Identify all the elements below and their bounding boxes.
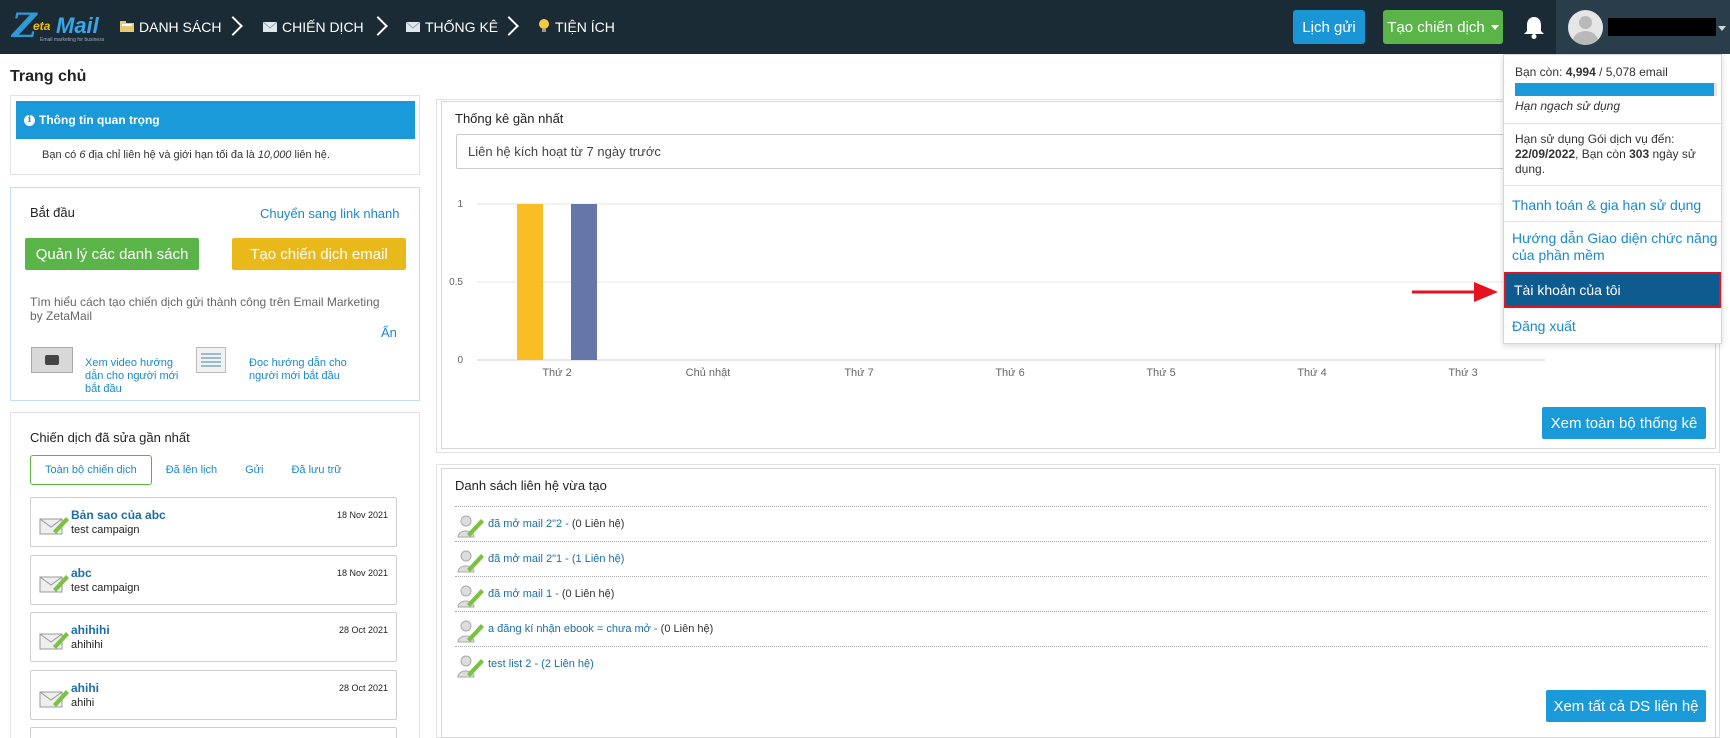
divider — [1504, 185, 1723, 186]
bell-icon[interactable] — [1521, 14, 1547, 40]
chevron-right-icon — [226, 13, 240, 41]
getting-started-title: Bắt đầu — [30, 205, 75, 220]
menu-item-billing[interactable]: Thanh toán & gia hạn sử dụng — [1504, 197, 1721, 213]
tab-scheduled[interactable]: Đã lên lịch — [152, 455, 231, 485]
learn-text: Tìm hiểu cách tạo chiến dịch gửi thành c… — [30, 295, 380, 323]
campaign-tabs: Toàn bộ chiến dịch Đã lên lịch Gửi Đã lư… — [30, 455, 356, 485]
info-icon: i — [24, 114, 35, 126]
stats-period-select[interactable]: Liên hệ kích hoạt từ 7 ngày trước — [456, 134, 1516, 169]
nav-thong-ke[interactable]: THỐNG KÊ — [405, 0, 498, 54]
contact-edit-icon — [457, 655, 484, 678]
quota-label: Hạn ngạch sử dụng — [1515, 99, 1621, 113]
quota-progress-fill — [1515, 83, 1714, 96]
quota-progress-bar — [1515, 83, 1717, 96]
list-item[interactable]: test list 2 - (2 Liên hệ) — [455, 646, 1707, 681]
caret-down-icon — [1490, 24, 1499, 30]
envelope-icon — [262, 20, 278, 35]
mail-edit-icon — [39, 575, 69, 593]
red-arrow-annotation — [1412, 282, 1498, 302]
y-tick-label: 1 — [457, 199, 463, 210]
account-dropdown: Bạn còn: 4,994 / 5,078 email Hạn ngạch s… — [1503, 54, 1723, 344]
page-title: Trang chủ — [10, 68, 87, 85]
list-item[interactable]: a đăng kí nhận ebook = chưa mở - (0 Liên… — [455, 611, 1707, 646]
recent-stats-title: Thống kê gần nhất — [455, 111, 564, 126]
chevron-right-icon — [371, 13, 385, 41]
mail-edit-icon — [39, 517, 69, 535]
important-info-text: Bạn có 6 địa chỉ liên hệ và giới hạn tối… — [42, 149, 330, 161]
contact-edit-icon — [457, 585, 484, 608]
quick-link-toggle[interactable]: Chuyển sang link nhanh — [260, 206, 400, 221]
top-navbar: Z eta Mail Email marketing for business … — [0, 0, 1730, 54]
mail-edit-icon — [39, 690, 69, 708]
video-guide-link[interactable]: Xem video hướng dẫn cho người mới bắt đầ… — [85, 357, 185, 396]
campaign-card[interactable]: ahihi ahihi 28 Oct 2021 — [30, 670, 397, 720]
user-menu-toggle[interactable] — [1556, 0, 1730, 54]
chart-bar — [571, 204, 597, 360]
list-item[interactable]: đã mở mail 1 - (0 Liên hệ) — [455, 576, 1707, 611]
x-tick-label: Thứ 6 — [995, 367, 1024, 379]
campaign-card[interactable]: abc test campaign 18 Nov 2021 — [30, 555, 397, 605]
nav-danh-sach[interactable]: DANH SÁCH — [120, 0, 221, 54]
campaign-card[interactable]: Bản sao của abc test campaign 18 Nov 202… — [30, 497, 397, 547]
mail-edit-icon — [39, 632, 69, 650]
y-tick-label: 0 — [457, 355, 463, 366]
contact-edit-icon — [457, 620, 484, 643]
x-tick-label: Thứ 5 — [1146, 367, 1175, 379]
menu-item-logout[interactable]: Đăng xuất — [1504, 318, 1721, 334]
menu-item-my-account[interactable]: Tài khoản của tôi — [1504, 272, 1721, 308]
campaign-card[interactable] — [30, 727, 397, 738]
create-campaign-button[interactable]: Tạo chiến dịch — [1383, 10, 1503, 44]
nav-tien-ich[interactable]: TIỆN ÍCH — [538, 0, 615, 54]
quota-text: Bạn còn: 4,994 / 5,078 email — [1515, 65, 1668, 79]
tab-sent[interactable]: Gửi — [231, 455, 277, 485]
important-info-header: i Thông tin quan trọng — [16, 101, 415, 139]
caret-down-icon — [1718, 26, 1726, 31]
doc-guide-link[interactable]: Đọc hướng dẫn cho người mới bắt đầu — [249, 357, 349, 383]
x-tick-label: Thứ 2 — [542, 367, 571, 379]
schedule-button[interactable]: Lịch gửi — [1293, 10, 1365, 44]
x-tick-label: Thứ 4 — [1297, 367, 1326, 379]
list-item[interactable]: đã mở mail 2"1 - (1 Liên hệ) — [455, 541, 1707, 576]
menu-item-ui-guide[interactable]: Hướng dẫn Giao diện chức năng của phần m… — [1504, 230, 1721, 264]
x-tick-label: Chủ nhật — [686, 367, 731, 379]
avatar — [1568, 10, 1603, 45]
recent-lists-title: Danh sách liên hệ vừa tạo — [455, 478, 607, 493]
envelope-icon — [405, 20, 421, 35]
folder-icon — [120, 20, 134, 35]
divider — [1504, 221, 1723, 222]
chevron-right-icon — [502, 13, 516, 41]
hide-link[interactable]: Ẩn — [381, 325, 397, 340]
create-email-campaign-button[interactable]: Tạo chiến dịch email — [232, 238, 406, 270]
video-thumbnail-icon[interactable] — [31, 347, 73, 373]
zetamail-logo[interactable]: Z eta Mail Email marketing for business — [12, 7, 104, 47]
x-tick-label: Thứ 3 — [1448, 367, 1477, 379]
lightbulb-icon — [538, 18, 550, 36]
view-all-lists-button[interactable]: Xem tất cả DS liên hệ — [1546, 690, 1706, 722]
manage-lists-button[interactable]: Quản lý các danh sách — [25, 238, 199, 270]
campaign-card[interactable]: ahihihi ahihihi 28 Oct 2021 — [30, 612, 397, 662]
view-all-stats-button[interactable]: Xem toàn bộ thống kê — [1542, 407, 1706, 439]
tab-archived[interactable]: Đã lưu trữ — [277, 455, 355, 485]
x-tick-label: Thứ 7 — [844, 367, 873, 379]
document-thumbnail-icon[interactable] — [196, 347, 226, 373]
recent-campaigns-title: Chiến dịch đã sửa gần nhất — [30, 430, 190, 445]
tab-all-campaigns[interactable]: Toàn bộ chiến dịch — [30, 455, 152, 485]
y-tick-label: 0.5 — [449, 277, 463, 288]
divider — [1504, 123, 1723, 124]
nav-chien-dich[interactable]: CHIẾN DỊCH — [262, 0, 364, 54]
username-redacted — [1608, 18, 1716, 36]
contact-edit-icon — [457, 515, 484, 538]
contacts-activity-chart: 0 0.5 1 Thứ 2 Chủ nhật Thứ 7 Thứ 6 Thứ 5 Thứ 4 Th… — [449, 199, 1545, 379]
contact-edit-icon — [457, 550, 484, 573]
list-item[interactable]: đã mở mail 2"2 - (0 Liên hệ) — [455, 506, 1707, 541]
expiry-text: Hạn sử dụng Gói dịch vụ đến: 22/09/2022,… — [1515, 132, 1696, 176]
chart-bar — [517, 204, 543, 360]
